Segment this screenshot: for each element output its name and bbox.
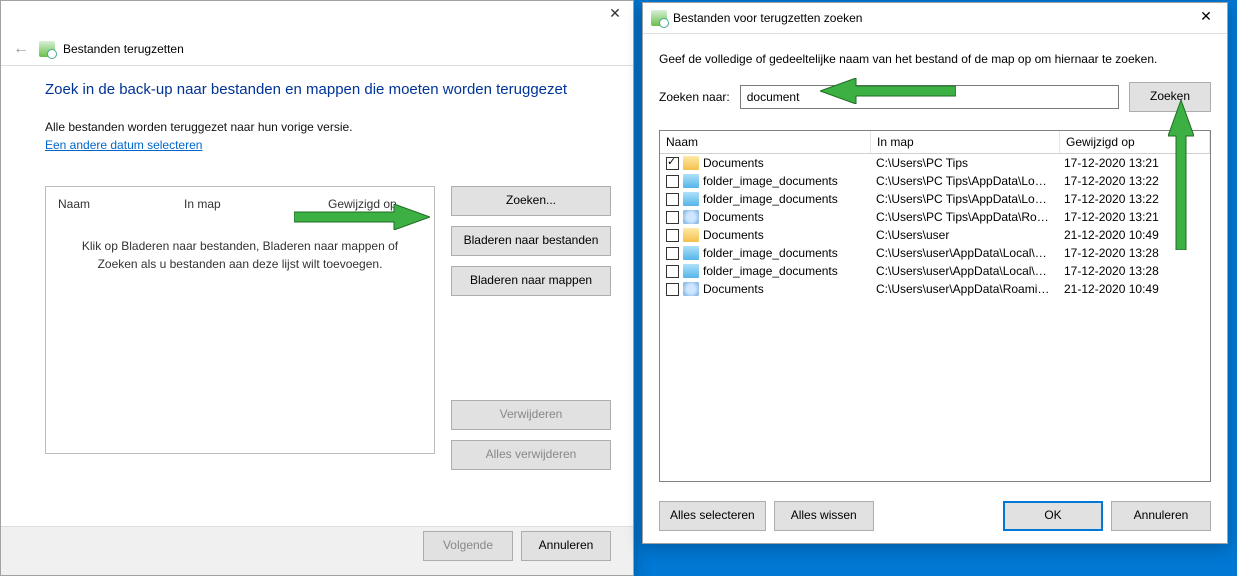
search-button[interactable]: Zoeken...: [451, 186, 611, 216]
browse-files-button[interactable]: Bladeren naar bestanden: [451, 226, 611, 256]
file-name: folder_image_documents: [703, 246, 838, 260]
col-folder[interactable]: In map: [871, 131, 1060, 153]
footer: Alles selecteren Alles wissen OK Annuler…: [659, 501, 1211, 531]
separator: [1, 65, 633, 66]
clear-all-button[interactable]: Alles wissen: [774, 501, 874, 531]
search-button[interactable]: Zoeken: [1129, 82, 1211, 112]
select-date-link[interactable]: Een andere datum selecteren: [45, 138, 202, 152]
checkbox[interactable]: [666, 193, 679, 206]
table-row[interactable]: Documents C:\Users\user21-12-2020 10:49: [660, 226, 1210, 244]
checkbox[interactable]: [666, 265, 679, 278]
folder-icon: [683, 228, 699, 242]
file-folder: C:\Users\PC Tips\AppData\Local...: [870, 192, 1058, 206]
file-date: 21-12-2020 10:49: [1058, 282, 1210, 296]
file-date: 17-12-2020 13:21: [1058, 210, 1210, 224]
table-row[interactable]: folder_image_documents C:\Users\PC Tips\A…: [660, 172, 1210, 190]
header-bar: ← Bestanden terugzetten: [11, 39, 623, 59]
file-date: 17-12-2020 13:21: [1058, 156, 1210, 170]
file-date: 17-12-2020 13:28: [1058, 246, 1210, 260]
col-date[interactable]: Gewijzigd op: [1060, 131, 1210, 153]
remove-button: Verwijderen: [451, 400, 611, 430]
select-all-button[interactable]: Alles selecteren: [659, 501, 766, 531]
list-headers: Naam In map Gewijzigd op: [660, 131, 1210, 154]
col-name[interactable]: Naam: [46, 187, 172, 221]
folder-icon: [683, 156, 699, 170]
file-date: 17-12-2020 13:22: [1058, 174, 1210, 188]
restore-files-window: ✕ ← Bestanden terugzetten Zoek in de bac…: [0, 0, 634, 576]
file-name: folder_image_documents: [703, 264, 838, 278]
browse-folders-button[interactable]: Bladeren naar mappen: [451, 266, 611, 296]
back-arrow-icon[interactable]: ←: [11, 39, 31, 59]
document-icon: [683, 210, 699, 224]
cancel-button[interactable]: Annuleren: [521, 531, 611, 561]
ok-button[interactable]: OK: [1003, 501, 1103, 531]
list-rows: DocumentsC:\Users\PC Tips17-12-2020 13:2…: [660, 154, 1210, 298]
subtext: Alle bestanden worden teruggezet naar hu…: [45, 120, 611, 134]
remove-all-button: Alles verwijderen: [451, 440, 611, 470]
table-row[interactable]: folder_image_documents C:\Users\PC Tips\A…: [660, 190, 1210, 208]
search-label: Zoeken naar:: [659, 90, 730, 104]
search-input[interactable]: [740, 85, 1119, 109]
empty-placeholder: Klik op Bladeren naar bestanden, Bladere…: [46, 221, 434, 289]
file-date: 17-12-2020 13:28: [1058, 264, 1210, 278]
file-folder: C:\Users\PC Tips: [870, 156, 1058, 170]
side-buttons: Zoeken... Bladeren naar bestanden Blader…: [451, 186, 611, 470]
list-headers: Naam In map Gewijzigd op: [46, 187, 434, 221]
image-icon: [683, 264, 699, 278]
file-date: 17-12-2020 13:22: [1058, 192, 1210, 206]
table-row[interactable]: folder_image_documents C:\Users\user\AppD…: [660, 244, 1210, 262]
file-folder: C:\Users\user\AppData\Roamin...: [870, 282, 1058, 296]
close-icon[interactable]: ✕: [1185, 4, 1227, 32]
file-date: 21-12-2020 10:49: [1058, 228, 1210, 242]
col-folder[interactable]: In map: [172, 187, 316, 221]
cancel-button[interactable]: Annuleren: [1111, 501, 1211, 531]
footer-buttons: Volgende Annuleren: [423, 531, 611, 561]
next-button: Volgende: [423, 531, 513, 561]
checkbox[interactable]: [666, 175, 679, 188]
file-name: folder_image_documents: [703, 174, 838, 188]
checkbox[interactable]: [666, 211, 679, 224]
search-files-window: Bestanden voor terugzetten zoeken ✕ Geef…: [642, 2, 1228, 544]
backup-restore-icon: [651, 10, 667, 26]
restore-listbox[interactable]: Naam In map Gewijzigd op Klik op Bladere…: [45, 186, 435, 454]
instruction-text: Geef de volledige of gedeeltelijke naam …: [659, 52, 1211, 66]
file-name: folder_image_documents: [703, 192, 838, 206]
page-heading: Zoek in de back-up naar bestanden en map…: [45, 81, 611, 98]
file-folder: C:\Users\PC Tips\AppData\Local...: [870, 174, 1058, 188]
backup-restore-icon: [39, 41, 55, 57]
file-name: Documents: [703, 282, 764, 296]
checkbox[interactable]: [666, 157, 679, 170]
checkbox[interactable]: [666, 229, 679, 242]
body: Zoek in de back-up naar bestanden en map…: [45, 81, 611, 470]
file-name: Documents: [703, 210, 764, 224]
col-date[interactable]: Gewijzigd op: [316, 187, 434, 221]
checkbox[interactable]: [666, 283, 679, 296]
file-folder: C:\Users\user: [870, 228, 1058, 242]
document-icon: [683, 282, 699, 296]
file-folder: C:\Users\PC Tips\AppData\Roam...: [870, 210, 1058, 224]
close-icon[interactable]: ✕: [597, 1, 633, 29]
table-row[interactable]: Documents C:\Users\PC Tips17-12-2020 13:2…: [660, 154, 1210, 172]
table-row[interactable]: Documents C:\Users\user\AppData\Roamin...…: [660, 280, 1210, 298]
checkbox[interactable]: [666, 247, 679, 260]
image-icon: [683, 174, 699, 188]
titlebar: Bestanden voor terugzetten zoeken ✕: [643, 3, 1227, 34]
main-area: Naam In map Gewijzigd op Klik op Bladere…: [45, 186, 611, 470]
table-row[interactable]: folder_image_documents C:\Users\user\AppD…: [660, 262, 1210, 280]
image-icon: [683, 246, 699, 260]
file-name: Documents: [703, 228, 764, 242]
window-title: Bestanden voor terugzetten zoeken: [673, 11, 862, 25]
window-title: Bestanden terugzetten: [63, 42, 184, 56]
titlebar: ✕: [597, 1, 633, 31]
results-list[interactable]: Naam In map Gewijzigd op Documents C:\Use…: [659, 130, 1211, 482]
search-row: Zoeken naar: Zoeken: [659, 82, 1211, 112]
table-row[interactable]: Documents C:\Users\PC Tips\AppData\Roam..…: [660, 208, 1210, 226]
file-name: Documents: [703, 156, 764, 170]
body: Geef de volledige of gedeeltelijke naam …: [643, 34, 1227, 482]
file-folder: C:\Users\user\AppData\Local\Mi...: [870, 246, 1058, 260]
image-icon: [683, 192, 699, 206]
file-folder: C:\Users\user\AppData\Local\Mi...: [870, 264, 1058, 278]
col-name[interactable]: Naam: [660, 131, 871, 153]
